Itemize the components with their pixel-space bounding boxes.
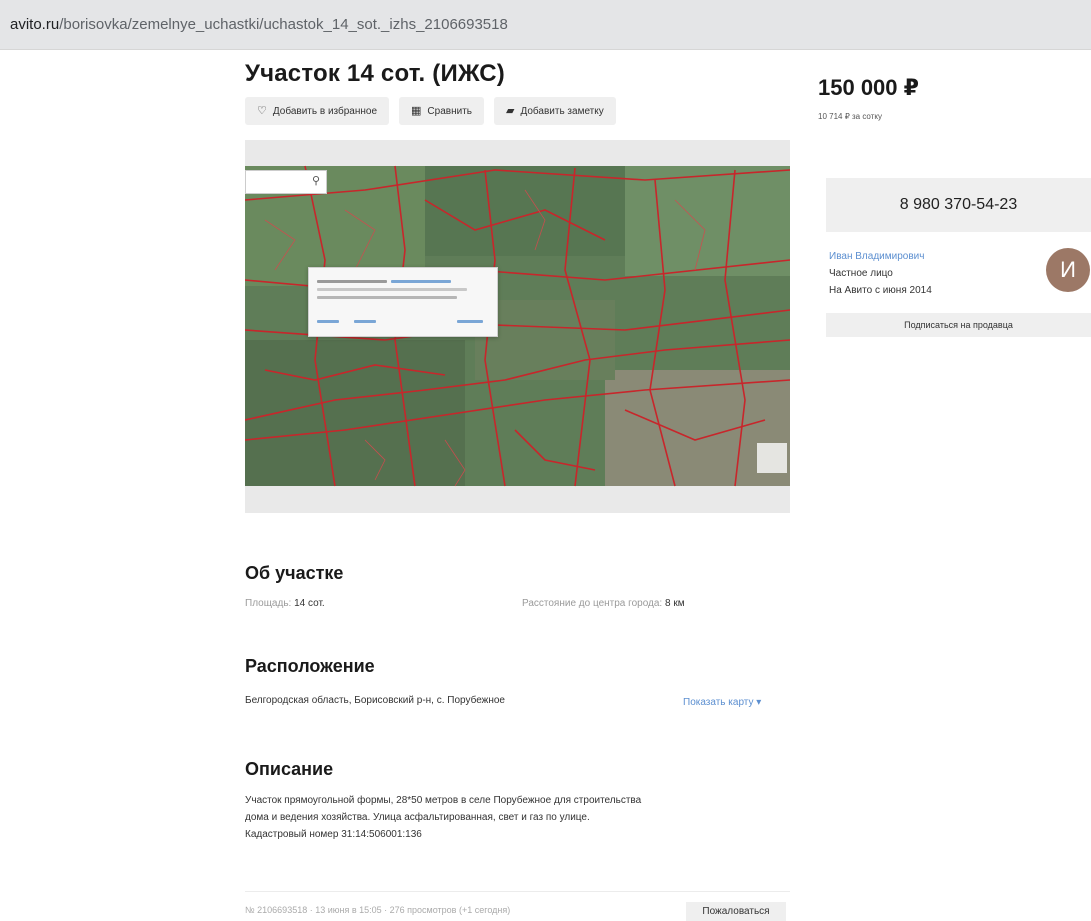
map-search-box[interactable]: ⚲ <box>245 170 327 194</box>
add-to-favorites-button[interactable]: ♡ Добавить в избранное <box>245 97 390 125</box>
add-note-button[interactable]: ▰ Добавить заметку <box>493 97 616 125</box>
compare-icon: ▦ <box>411 104 422 117</box>
note-icon: ▰ <box>505 104 515 117</box>
show-map-link[interactable]: Показать карту ▾ <box>683 697 761 708</box>
address-text: Белгородская область, Борисовский р-н, с… <box>245 695 505 706</box>
price-per-sotka: 10 714 ₽ за сотку <box>818 112 882 121</box>
url-host: avito.ru <box>10 16 60 33</box>
distance-row: Расстояние до центра города: 8 км <box>522 598 685 609</box>
area-row: Площадь: 14 сот. <box>245 598 325 609</box>
compare-label: Сравнить <box>427 105 472 117</box>
description-text: Участок прямоугольной формы, 28*50 метро… <box>245 792 805 843</box>
map-thumbnail <box>757 443 787 473</box>
footer-divider <box>245 891 790 892</box>
area-value: 14 сот. <box>294 598 325 609</box>
heart-icon: ♡ <box>257 104 267 117</box>
area-label: Площадь: <box>245 598 292 609</box>
search-icon: ⚲ <box>311 175 320 187</box>
complain-button[interactable]: Пожаловаться <box>686 902 786 921</box>
views-count: 276 просмотров (+1 сегодня) <box>389 905 511 915</box>
listing-photo-map[interactable]: ⚲ <box>245 140 790 513</box>
distance-value: 8 км <box>665 598 685 609</box>
distance-label: Расстояние до центра города: <box>522 598 663 609</box>
chevron-down-icon: ▾ <box>756 697 762 708</box>
seller-since: На Авито с июня 2014 <box>829 285 932 296</box>
description-heading: Описание <box>245 759 334 779</box>
show-phone-button[interactable]: 8 980 370-54-23 <box>826 178 1091 232</box>
add-to-favorites-label: Добавить в избранное <box>272 105 378 117</box>
description-line: Кадастровый номер 31:14:506001:136 <box>245 829 422 840</box>
map-parcel-popup <box>308 267 498 337</box>
listing-actions: ♡ Добавить в избранное ▦ Сравнить ▰ Доба… <box>245 97 616 125</box>
about-heading: Об участке <box>245 563 344 583</box>
description-line: Участок прямоугольной формы, 28*50 метро… <box>245 795 642 806</box>
address-bar[interactable]: avito.ru/borisovka/zemelnye_uchastki/uch… <box>0 0 1091 50</box>
add-note-label: Добавить заметку <box>520 105 604 117</box>
seller-name-link[interactable]: Иван Владимирович <box>829 251 924 262</box>
compare-button[interactable]: ▦ Сравнить <box>399 97 484 125</box>
ad-id: № 2106693518 <box>245 905 308 915</box>
price: 150 000 ₽ <box>818 75 919 100</box>
description-line: дома и ведения хозяйства. Улица асфальти… <box>245 812 590 823</box>
show-map-label: Показать карту <box>683 697 754 708</box>
seller-type: Частное лицо <box>829 268 893 279</box>
avatar[interactable]: И <box>1046 248 1090 292</box>
url-path: /borisovka/zemelnye_uchastki/uchastok_14… <box>59 16 508 33</box>
location-heading: Расположение <box>245 656 375 676</box>
publish-date: 13 июня в 15:05 <box>315 905 382 915</box>
subscribe-to-seller-button[interactable]: Подписаться на продавца <box>826 313 1091 337</box>
listing-meta: № 2106693518 · 13 июня в 15:05 · 276 про… <box>245 905 511 915</box>
listing-title: Участок 14 сот. (ИЖС) <box>245 60 505 87</box>
